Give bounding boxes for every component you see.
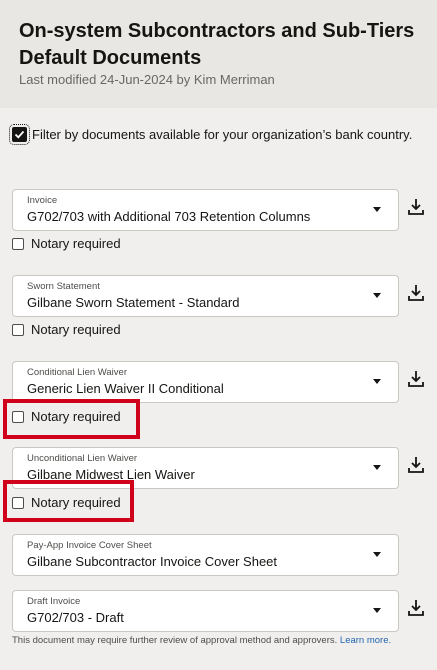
- chevron-down-icon: [373, 207, 381, 212]
- chevron-down-icon: [373, 552, 381, 557]
- page-title: On-system Subcontractors and Sub-Tiers D…: [19, 20, 415, 69]
- draft-invoice-select-label: Draft Invoice: [27, 596, 81, 607]
- sworn-statement-notary-checkbox[interactable]: [12, 324, 24, 336]
- review-note: This document may require further review…: [12, 634, 412, 648]
- draft-invoice-select[interactable]: Draft Invoice G702/703 - Draft: [12, 590, 399, 632]
- pay-app-cover-sheet-select-value: Gilbane Subcontractor Invoice Cover Shee…: [27, 554, 278, 569]
- checkmark-icon: [14, 130, 25, 139]
- sworn-statement-select-label: Sworn Statement: [27, 281, 100, 292]
- conditional-lien-waiver-select-value: Generic Lien Waiver II Conditional: [27, 381, 224, 396]
- download-icon[interactable]: [405, 282, 427, 304]
- unconditional-lien-waiver-select-label: Unconditional Lien Waiver: [27, 453, 138, 464]
- conditional-lien-waiver-select-label: Conditional Lien Waiver: [27, 367, 127, 378]
- invoice-notary-label: Notary required: [31, 236, 121, 251]
- download-icon[interactable]: [405, 454, 427, 476]
- invoice-select[interactable]: Invoice G702/703 with Additional 703 Ret…: [12, 189, 399, 231]
- page-header: On-system Subcontractors and Sub-Tiers D…: [0, 0, 437, 108]
- chevron-down-icon: [373, 465, 381, 470]
- invoice-select-label: Invoice: [27, 195, 58, 206]
- highlight-box: [3, 399, 140, 439]
- sworn-statement-select[interactable]: Sworn Statement Gilbane Sworn Statement …: [12, 275, 399, 317]
- pay-app-cover-sheet-select[interactable]: Pay-App Invoice Cover Sheet Gilbane Subc…: [12, 534, 399, 576]
- learn-more-link[interactable]: Learn more.: [340, 635, 391, 646]
- chevron-down-icon: [373, 293, 381, 298]
- download-icon[interactable]: [405, 196, 427, 218]
- draft-invoice-select-value: G702/703 - Draft: [27, 610, 124, 625]
- filter-checkbox[interactable]: [9, 124, 30, 145]
- invoice-notary-checkbox[interactable]: [12, 238, 24, 250]
- review-note-text: This document may require further review…: [12, 635, 338, 646]
- highlight-box: [3, 480, 134, 522]
- last-modified-text: Last modified 24-Jun-2024 by Kim Merrima…: [19, 72, 275, 87]
- download-icon[interactable]: [405, 597, 427, 619]
- invoice-select-value: G702/703 with Additional 703 Retention C…: [27, 209, 311, 224]
- conditional-lien-waiver-select[interactable]: Conditional Lien Waiver Generic Lien Wai…: [12, 361, 399, 403]
- filter-label: Filter by documents available for your o…: [32, 127, 413, 142]
- download-icon[interactable]: [405, 368, 427, 390]
- sworn-statement-select-value: Gilbane Sworn Statement - Standard: [27, 295, 240, 310]
- chevron-down-icon: [373, 379, 381, 384]
- chevron-down-icon: [373, 608, 381, 613]
- pay-app-cover-sheet-select-label: Pay-App Invoice Cover Sheet: [27, 540, 152, 551]
- sworn-statement-notary-label: Notary required: [31, 322, 121, 337]
